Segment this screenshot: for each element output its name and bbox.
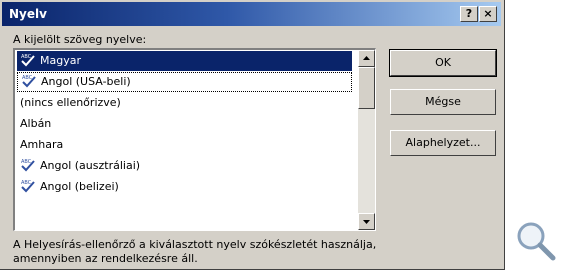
footer-line-1: A Helyesírás-ellenőrző a kiválasztott ny…	[13, 238, 377, 251]
list-item[interactable]: ABC Angol (ausztráliai)	[20, 156, 350, 176]
cancel-button[interactable]: Mégse	[390, 89, 496, 115]
list-item[interactable]: (nincs ellenőrizve)	[20, 93, 350, 113]
scroll-up-button[interactable]	[358, 50, 375, 67]
help-button[interactable]: ?	[460, 6, 478, 22]
title-bar: Nyelv ? ×	[2, 2, 501, 26]
list-item-label: Albán	[20, 117, 52, 130]
ok-button[interactable]: OK	[389, 49, 497, 77]
list-item-label: Magyar	[40, 54, 81, 67]
list-item-label: (nincs ellenőrizve)	[20, 96, 121, 109]
list-item[interactable]: ABC Angol (belizei)	[20, 177, 350, 197]
list-label: A kijelölt szöveg nyelve:	[13, 33, 147, 46]
language-dialog: Nyelv ? × A kijelölt szöveg nyelve: ABC M…	[0, 0, 505, 270]
default-button[interactable]: Alaphelyzet...	[390, 130, 496, 156]
arrow-up-icon	[363, 56, 370, 60]
list-item-label: Angol (belizei)	[40, 180, 119, 193]
list-item[interactable]: Amhara	[20, 135, 350, 155]
footer-line-2: amennyiben az rendelkezésre áll.	[13, 252, 198, 265]
arrow-down-icon	[363, 220, 370, 224]
close-button[interactable]: ×	[479, 6, 497, 22]
language-list[interactable]: ABC Magyar ABC Angol (USA-beli) (nincs ellen…	[13, 48, 376, 231]
footer-note: A Helyesírás-ellenőrző a kiválasztott ny…	[13, 238, 453, 266]
vertical-scrollbar[interactable]	[358, 50, 375, 230]
scroll-down-button[interactable]	[358, 213, 375, 230]
list-item[interactable]: ABC Angol (USA-beli)	[17, 72, 352, 92]
spellcheck-icon: ABC	[21, 159, 35, 172]
spellcheck-icon: ABC	[21, 180, 35, 193]
list-item-label: Angol (USA-beli)	[41, 75, 131, 88]
list-item-label: Amhara	[20, 138, 64, 151]
list-item[interactable]: ABC Magyar	[17, 51, 352, 71]
spellcheck-icon: ABC	[22, 75, 36, 88]
list-item-label: Angol (ausztráliai)	[40, 159, 141, 172]
dialog-title: Nyelv	[9, 7, 47, 21]
scroll-thumb[interactable]	[358, 67, 375, 109]
spellcheck-icon: ABC	[21, 54, 35, 67]
magnifier-icon[interactable]	[513, 218, 559, 264]
list-item[interactable]: Albán	[20, 114, 350, 134]
